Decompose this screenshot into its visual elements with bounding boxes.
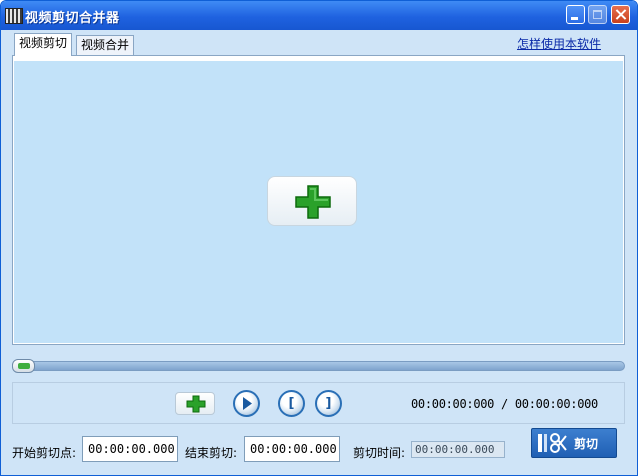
start-cut-label: 开始剪切点: <box>12 446 77 460</box>
video-panel <box>12 55 625 345</box>
play-button[interactable] <box>233 390 260 417</box>
maximize-button[interactable] <box>588 5 607 24</box>
title-bar[interactable]: 视频剪切合并器 <box>1 1 637 30</box>
cut-button[interactable]: 剪切 <box>531 428 617 458</box>
video-preview <box>14 61 623 343</box>
scissors-icon <box>538 433 567 453</box>
end-cut-label: 结束剪切: <box>185 446 238 460</box>
help-link[interactable]: 怎样使用本软件 <box>517 35 601 52</box>
end-cut-input[interactable] <box>244 436 340 462</box>
bracket-left-icon: [ <box>288 396 295 411</box>
cut-button-label: 剪切 <box>574 437 599 451</box>
bracket-right-icon: ] <box>325 396 332 411</box>
green-plus-icon <box>186 395 206 413</box>
duration-field: 00:00:00.000 <box>411 441 505 458</box>
seek-bar[interactable] <box>12 361 625 371</box>
time-display: 00:00:00:000 / 00:00:00:000 <box>411 397 598 411</box>
add-file-button[interactable] <box>175 392 215 415</box>
play-icon <box>243 397 252 410</box>
start-cut-input[interactable] <box>82 436 178 462</box>
minimize-button[interactable] <box>566 5 585 24</box>
mark-out-button[interactable]: ] <box>315 390 342 417</box>
main-window: 视频剪切合并器 视频剪切 视频合并 怎样使用本软件 [ ] 00:00:00:0… <box>0 0 638 476</box>
duration-label: 剪切时间: <box>353 446 406 460</box>
film-icon <box>5 8 23 24</box>
tab-video-merge[interactable]: 视频合并 <box>76 35 135 55</box>
add-video-button[interactable] <box>267 176 357 226</box>
close-button[interactable] <box>611 5 630 24</box>
mark-in-button[interactable]: [ <box>278 390 305 417</box>
green-plus-icon <box>295 185 331 219</box>
window-title: 视频剪切合并器 <box>25 11 120 26</box>
seek-thumb[interactable] <box>12 359 35 373</box>
tab-video-cut[interactable]: 视频剪切 <box>14 33 73 56</box>
